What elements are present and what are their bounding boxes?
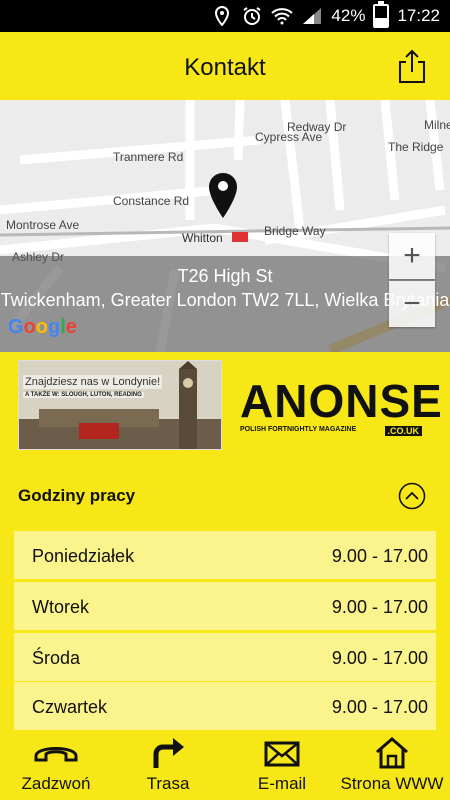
promo-text: Znajdziesz nas w Londynie!: [23, 375, 163, 389]
envelope-icon: [264, 741, 300, 767]
page-title: Kontakt: [184, 54, 266, 81]
address-line-2: Twickenham, Greater London TW2 7LL, Wiel…: [0, 290, 450, 310]
hours-day: Czwartek: [32, 697, 108, 717]
chevron-up-icon[interactable]: [398, 482, 426, 510]
hours-row: Poniedziałek 9.00 - 17.00: [14, 531, 436, 579]
hours-day: Wtorek: [32, 597, 90, 617]
hours-time: 9.00 - 17.00: [331, 648, 428, 668]
address-line-1: T26 High St: [177, 266, 273, 286]
route-label: Trasa: [146, 774, 190, 793]
hours-time: 9.00 - 17.00: [331, 697, 428, 717]
hours-title: Godziny pracy: [18, 486, 136, 505]
map-street-label: Montrose Ave: [6, 218, 80, 232]
brand-domain: .CO.UK: [384, 426, 422, 436]
zoom-in-button[interactable]: +: [389, 233, 435, 279]
call-button[interactable]: Zadzwoń: [8, 730, 104, 800]
alarm-icon: [241, 5, 263, 27]
hours-row: Wtorek 9.00 - 17.00: [14, 582, 436, 630]
hours-row: Środa 9.00 - 17.00: [14, 633, 436, 681]
wifi-icon: [271, 5, 294, 27]
hours-row: Czwartek 9.00 - 17.00: [14, 682, 436, 730]
map-view[interactable]: Tranmere Rd Constance Rd Montrose Ave As…: [0, 100, 450, 352]
share-icon[interactable]: [396, 48, 428, 84]
status-bar: 42% 17:22: [0, 0, 450, 32]
home-icon: [376, 737, 408, 769]
route-arrow-icon: [153, 738, 184, 768]
map-street-label: Milner Dr: [424, 118, 450, 132]
location-icon: [211, 5, 233, 27]
hours-time: 9.00 - 17.00: [331, 597, 428, 617]
promo-banner[interactable]: Znajdziesz nas w Londynie! A TAKŻE W: SL…: [18, 360, 222, 450]
route-button[interactable]: Trasa: [122, 730, 214, 800]
map-street-label: Tranmere Rd: [113, 150, 184, 164]
hours-day: Środa: [32, 648, 81, 668]
map-street-label: The Ridge: [388, 140, 444, 154]
promo-subtext: A TAKŻE W: SLOUGH, LUTON, READING: [23, 392, 144, 398]
clock: 17:22: [397, 6, 440, 25]
battery-percent: 42%: [331, 6, 366, 25]
bottom-nav: Zadzwoń Trasa E-mail Strona WWW: [0, 730, 450, 800]
call-label: Zadzwoń: [21, 774, 91, 793]
app-header: Kontakt: [0, 32, 450, 100]
hours-day: Poniedziałek: [32, 546, 135, 566]
email-button[interactable]: E-mail: [238, 730, 326, 800]
anonse-logo[interactable]: ANONSE POLISH FORTNIGHTLY MAGAZINE .CO.U…: [240, 375, 443, 438]
hours-time: 9.00 - 17.00: [331, 546, 428, 566]
signal-icon: [301, 5, 323, 27]
zoom-out-button[interactable]: −: [389, 281, 435, 327]
map-pin-icon[interactable]: [208, 172, 238, 220]
map-place-label: Whitton: [182, 231, 223, 245]
brand-name: ANONSE: [240, 375, 443, 427]
map-street-label: Constance Rd: [113, 194, 190, 208]
email-label: E-mail: [257, 774, 307, 793]
battery-icon: [373, 1, 390, 28]
map-street-label: Bridge Way: [264, 224, 326, 238]
website-button[interactable]: Strona WWW: [336, 730, 448, 800]
phone-icon: [34, 747, 78, 762]
rail-station-icon: [232, 232, 248, 242]
website-label: Strona WWW: [340, 774, 444, 793]
google-logo: Google: [8, 316, 77, 338]
map-street-label: Redway Dr: [287, 120, 347, 134]
